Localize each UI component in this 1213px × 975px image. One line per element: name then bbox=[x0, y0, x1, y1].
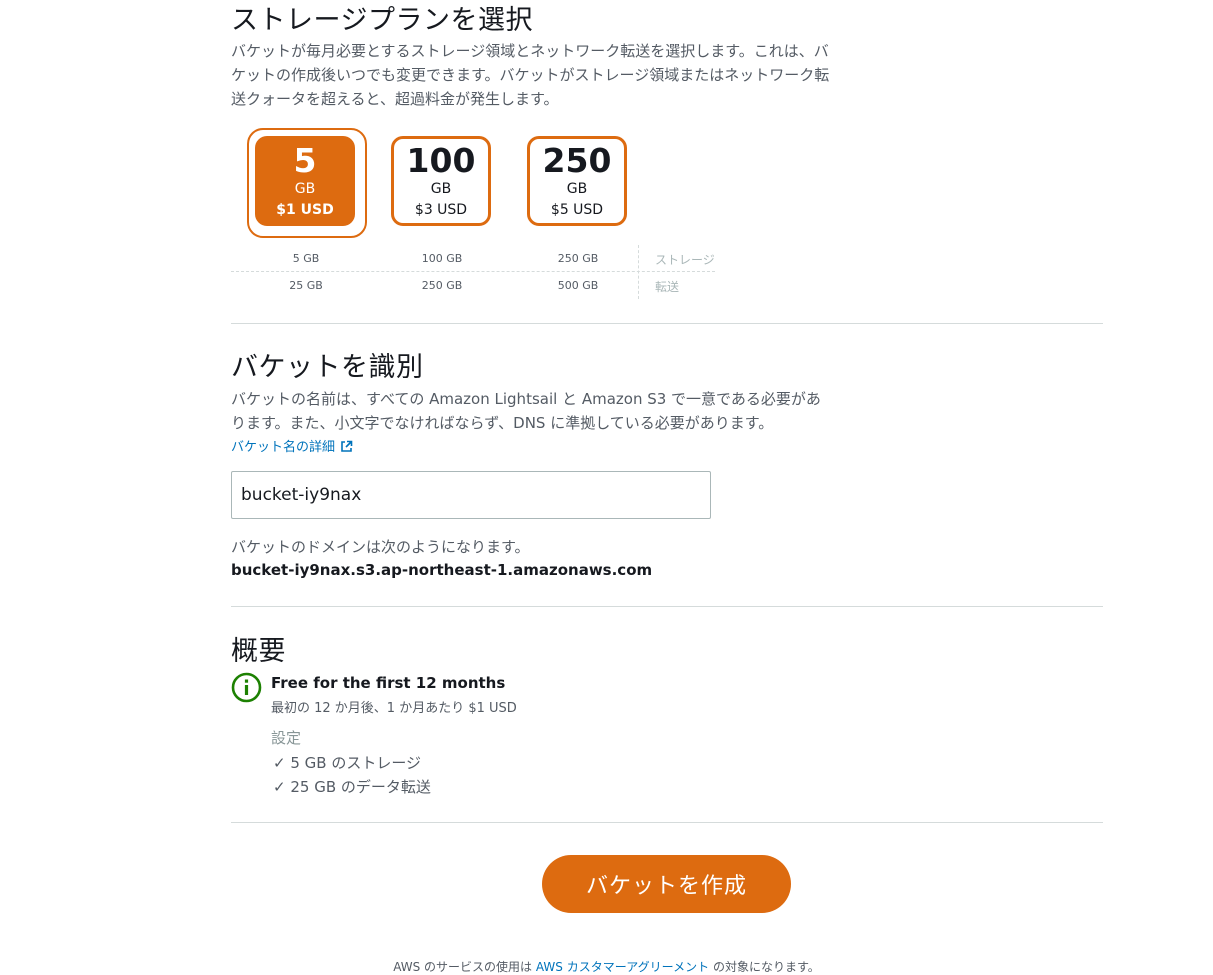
plan-size: 100 bbox=[406, 141, 476, 180]
bucket-domain-label: バケットのドメインは次のようになります。 bbox=[231, 538, 530, 556]
storage-plan-description: バケットが毎月必要とするストレージ領域とネットワーク転送を選択します。これは、バ… bbox=[231, 42, 830, 108]
section-divider bbox=[231, 323, 1103, 324]
storage-row-label: ストレージ bbox=[655, 253, 715, 267]
customer-agreement-link[interactable]: AWS カスタマーアグリーメント bbox=[536, 960, 709, 974]
transfer-row-label: 転送 bbox=[655, 280, 680, 294]
external-link-icon bbox=[340, 440, 353, 457]
summary-item-transfer: ✓ 25 GB のデータ転送 bbox=[273, 778, 431, 796]
plan-price: $1 USD bbox=[276, 202, 334, 218]
plan-price: $5 USD bbox=[550, 202, 604, 218]
summary-heading: 概要 bbox=[231, 636, 286, 667]
plan-storage-value: 250 GB bbox=[557, 252, 599, 265]
plan-transfer-value: 25 GB bbox=[289, 279, 323, 292]
bucket-name-input[interactable] bbox=[231, 471, 711, 519]
plan-price: $3 USD bbox=[414, 202, 468, 218]
plan-storage-value: 5 GB bbox=[292, 252, 320, 265]
bucket-name-details-label: バケット名の詳細 bbox=[231, 440, 336, 455]
plan-unit: GB bbox=[294, 181, 316, 197]
plan-card-5gb[interactable]: 5 GB $1 USD bbox=[255, 136, 355, 226]
identify-bucket-heading: バケットを識別 bbox=[231, 352, 424, 383]
plan-card-250gb[interactable]: 250 GB $5 USD bbox=[527, 136, 627, 226]
settings-label: 設定 bbox=[271, 729, 302, 747]
free-tier-title: Free for the first 12 months bbox=[271, 674, 506, 692]
summary-item-storage: ✓ 5 GB のストレージ bbox=[273, 754, 422, 772]
plan-transfer-value: 250 GB bbox=[421, 279, 463, 292]
plan-unit: GB bbox=[566, 181, 588, 197]
section-divider bbox=[231, 606, 1103, 607]
bucket-name-details-link[interactable]: バケット名の詳細 bbox=[231, 436, 353, 457]
footer-prefix: AWS のサービスの使用は bbox=[393, 960, 533, 974]
create-bucket-button[interactable]: バケットを作成 bbox=[542, 855, 791, 913]
plan-size: 5 bbox=[293, 141, 317, 180]
plan-transfer-value: 500 GB bbox=[557, 279, 599, 292]
plan-unit: GB bbox=[430, 181, 452, 197]
plan-card-100gb[interactable]: 100 GB $3 USD bbox=[391, 136, 491, 226]
section-divider bbox=[231, 822, 1103, 823]
free-tier-subtitle: 最初の 12 か月後、1 か月あたり $1 USD bbox=[271, 701, 517, 716]
identify-bucket-description: バケットの名前は、すべての Amazon Lightsail と Amazon … bbox=[231, 390, 821, 432]
info-icon bbox=[231, 672, 262, 703]
plan-storage-value: 100 GB bbox=[421, 252, 463, 265]
footer-text: AWS のサービスの使用は AWS カスタマーアグリーメント の対象になります。 bbox=[0, 958, 1213, 975]
plan-size: 250 bbox=[542, 141, 612, 180]
storage-plan-heading: ストレージプランを選択 bbox=[231, 5, 533, 36]
bucket-domain-value: bucket-iy9nax.s3.ap-northeast-1.amazonaw… bbox=[231, 561, 653, 579]
plan-table-divider bbox=[231, 271, 715, 272]
footer-suffix: の対象になります。 bbox=[713, 960, 820, 974]
